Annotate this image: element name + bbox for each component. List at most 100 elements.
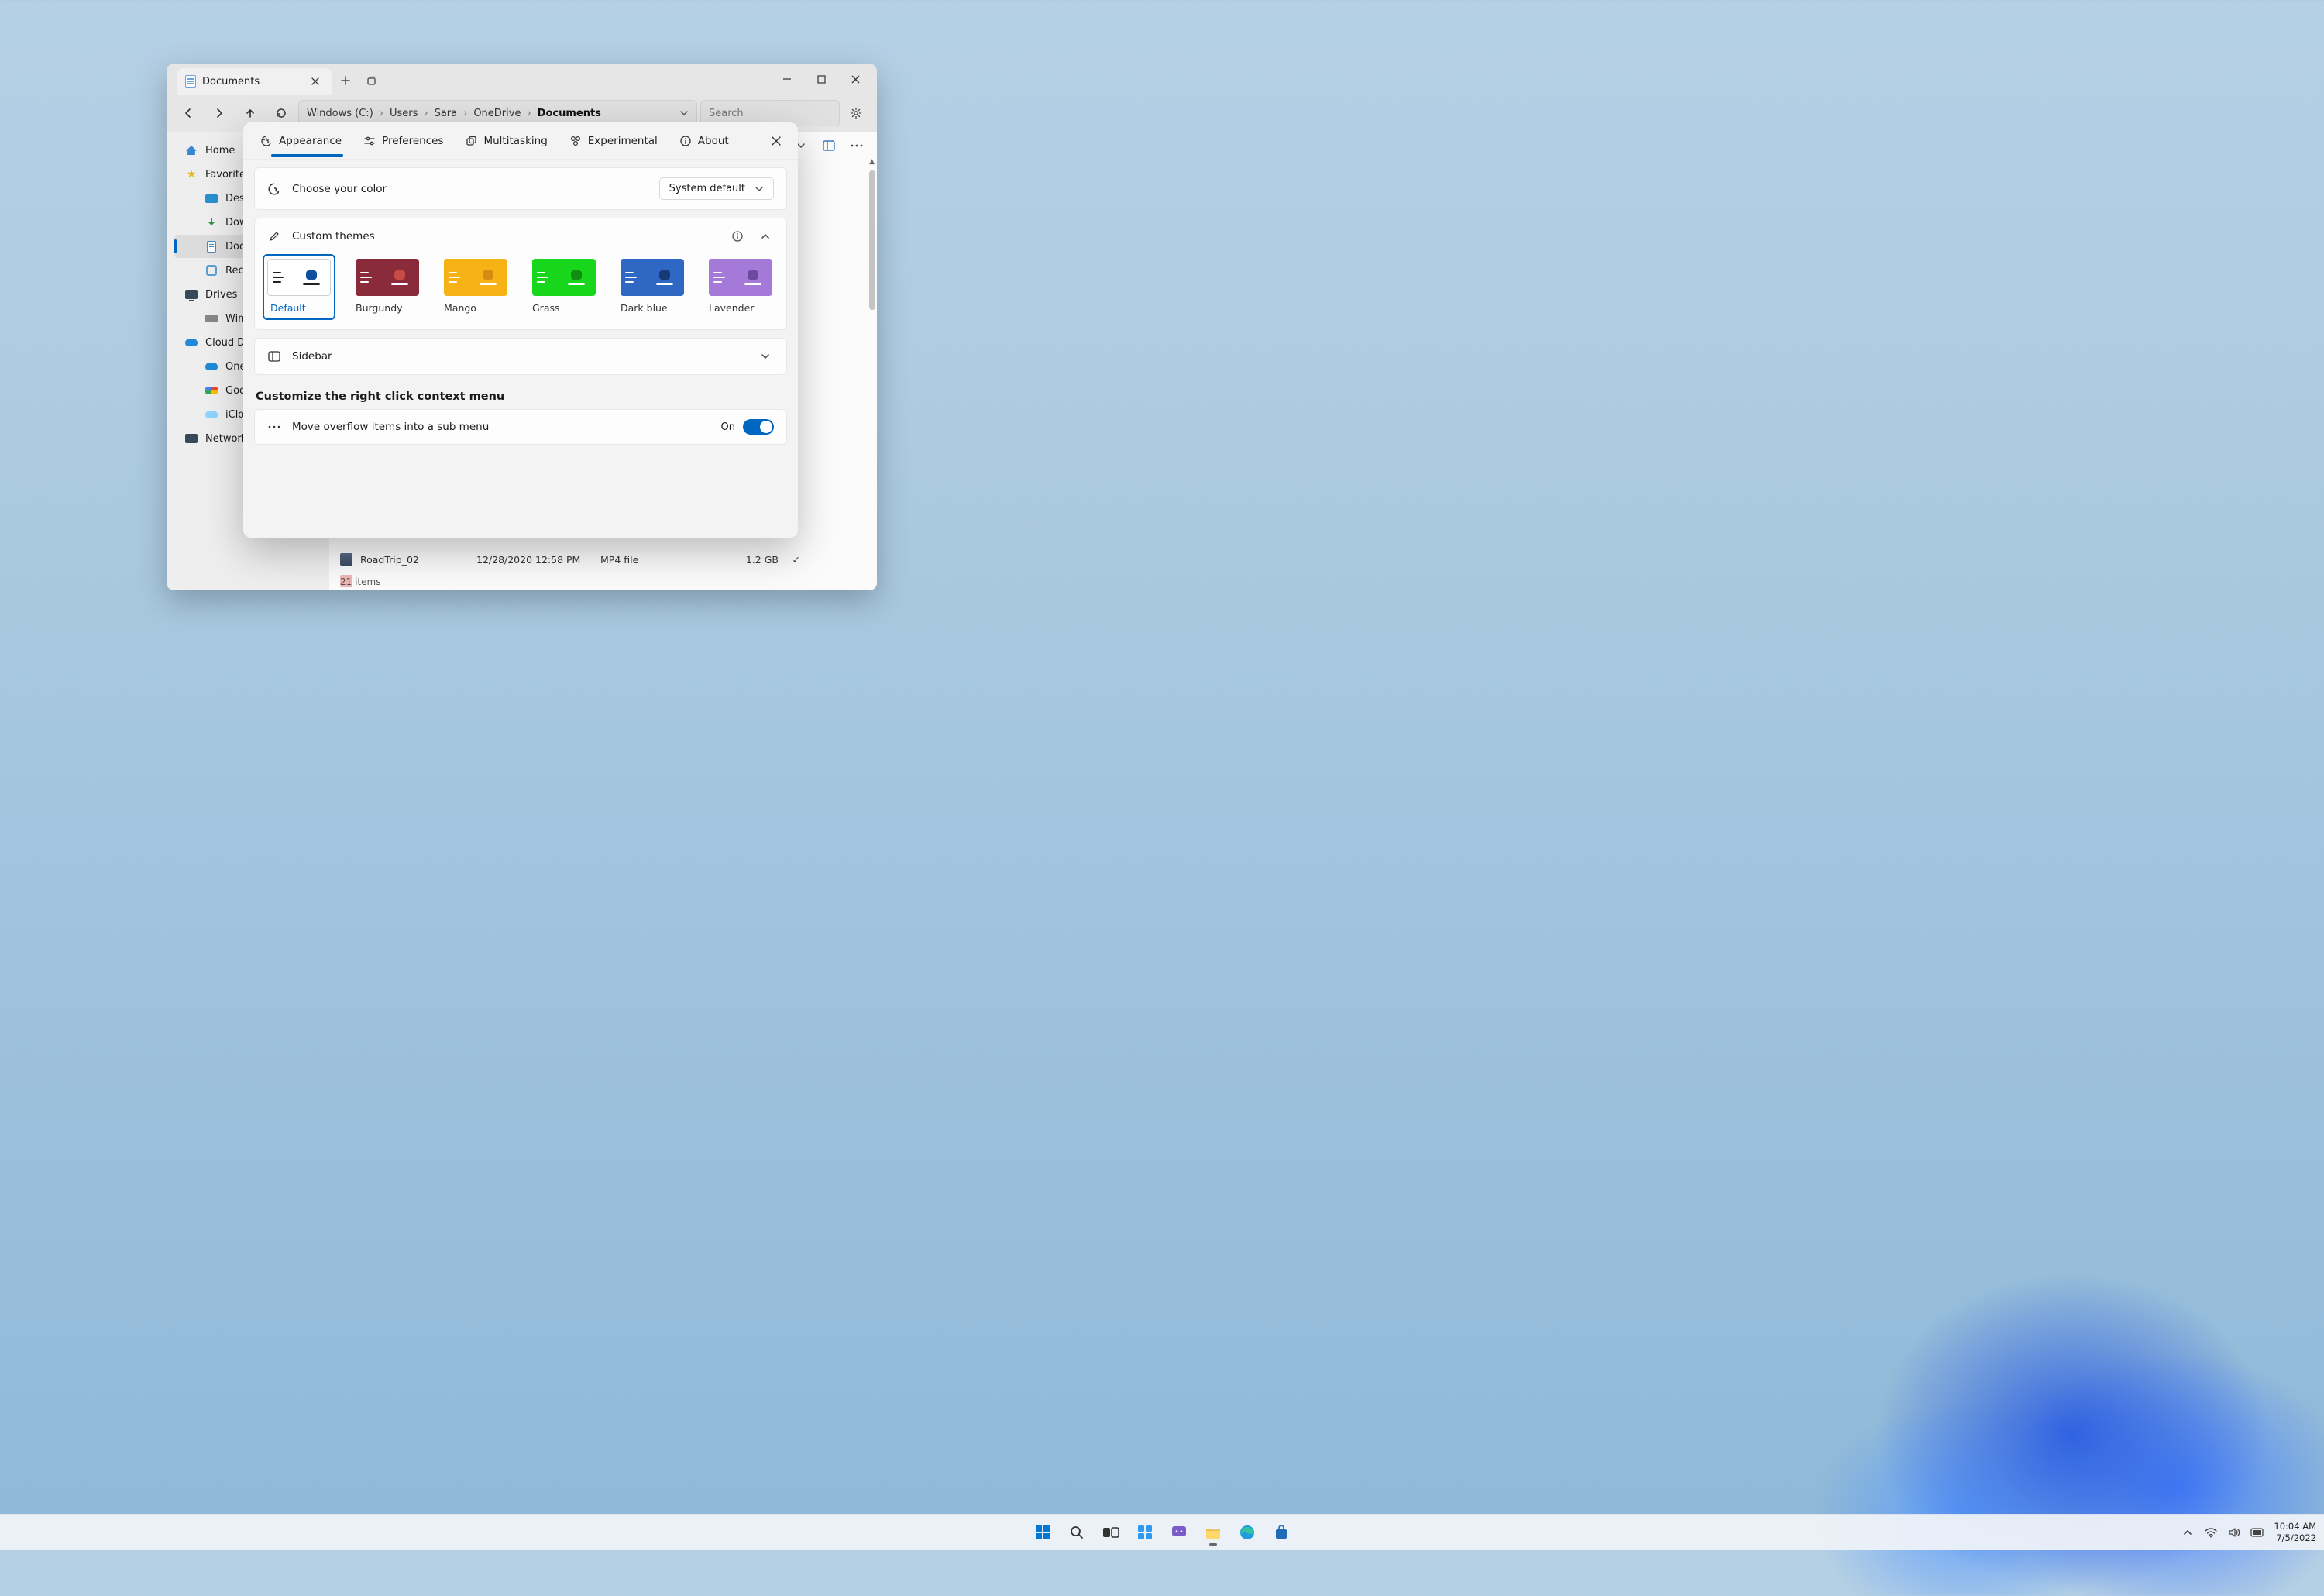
battery-button[interactable] [2250, 1525, 2264, 1539]
chevron-up-icon [760, 231, 771, 242]
new-tab-button[interactable] [332, 67, 359, 94]
breadcrumb-segment[interactable]: Windows (C:) [307, 108, 373, 119]
maximize-button[interactable] [804, 67, 838, 91]
monitor-icon [185, 288, 198, 301]
drive-icon [205, 312, 218, 325]
star-icon: ★ [185, 168, 198, 181]
settings-button[interactable] [843, 100, 869, 126]
file-explorer-taskbar-button[interactable] [1198, 1518, 1228, 1547]
icloud-icon [205, 408, 218, 421]
taskview-button[interactable] [1096, 1518, 1126, 1547]
theme-option-dark-blue[interactable]: Dark blue [621, 259, 684, 315]
theme-label: Burgundy [356, 302, 419, 314]
theme-label: Grass [532, 302, 596, 314]
tab-overview-button[interactable] [359, 67, 385, 94]
themes-card: Custom themes DefaultBurgundyMangoGrassD… [254, 218, 787, 330]
search-taskbar-button[interactable] [1062, 1518, 1092, 1547]
theme-option-lavender[interactable]: Lavender [709, 259, 772, 315]
close-icon [772, 136, 781, 146]
tab-appearance[interactable]: Appearance [253, 122, 349, 160]
volume-button[interactable] [2227, 1525, 2241, 1539]
settings-close-button[interactable] [764, 129, 789, 153]
chevron-down-icon [760, 351, 771, 362]
more-button[interactable] [846, 135, 868, 157]
breadcrumb-segment[interactable]: Sara [435, 108, 458, 119]
breadcrumb-current[interactable]: Documents [538, 108, 601, 119]
sidebar-expand-button[interactable] [757, 348, 774, 365]
theme-label: Lavender [709, 302, 772, 314]
search-input[interactable] [709, 108, 841, 119]
window-tab-documents[interactable]: Documents [177, 68, 332, 95]
start-button[interactable] [1028, 1518, 1057, 1547]
themes-collapse-button[interactable] [757, 228, 774, 245]
beaker-icon [569, 135, 582, 147]
select-value: System default [669, 183, 745, 194]
copy-icon [465, 135, 477, 147]
tab-experimental[interactable]: Experimental [562, 122, 665, 160]
cloud-icon [185, 336, 198, 349]
search-icon [1069, 1525, 1085, 1540]
clock-time: 10:04 AM [2274, 1521, 2316, 1532]
store-button[interactable] [1267, 1518, 1296, 1547]
file-name: RoadTrip_02 [360, 554, 476, 566]
card-title: Choose your color [292, 183, 648, 195]
arrow-up-icon [244, 107, 256, 119]
breadcrumb-dropdown[interactable] [679, 108, 689, 118]
theme-option-default[interactable]: Default [263, 254, 335, 320]
overflow-toggle[interactable] [743, 419, 774, 435]
chevron-down-icon [755, 184, 764, 194]
arrow-right-icon [213, 107, 225, 119]
widgets-icon [1136, 1524, 1153, 1541]
tab-label: Appearance [279, 135, 342, 147]
home-icon [185, 144, 198, 157]
settings-tabs: Appearance Preferences Multitasking Expe… [243, 122, 798, 160]
chevron-right-icon: › [463, 108, 467, 119]
close-window-button[interactable] [838, 67, 872, 91]
battery-icon [2250, 1528, 2264, 1537]
breadcrumb-segment[interactable]: Users [390, 108, 418, 119]
window-controls [770, 67, 872, 91]
minimize-icon [782, 74, 792, 84]
themes-row: Default Burgundy Mango Grass Dark blue Lavend… [255, 254, 786, 329]
refresh-icon [275, 107, 287, 119]
pencil-icon [267, 229, 281, 243]
titlebar: Documents [167, 64, 877, 95]
googledrive-icon [205, 384, 218, 397]
layout-icon [823, 140, 835, 151]
clock[interactable]: 10:04 AM 7/5/2022 [2274, 1521, 2316, 1543]
theme-swatch [621, 259, 684, 296]
forward-button[interactable] [205, 99, 233, 127]
back-button[interactable] [174, 99, 202, 127]
theme-label: Default [267, 302, 331, 315]
sidebar-card[interactable]: Sidebar [254, 338, 787, 375]
minimize-button[interactable] [770, 67, 804, 91]
table-row[interactable] [340, 570, 858, 590]
widgets-button[interactable] [1130, 1518, 1160, 1547]
tab-about[interactable]: About [672, 122, 737, 160]
table-row[interactable]: RoadTrip_02 12/28/2020 12:58 PM MP4 file… [340, 549, 858, 570]
edge-button[interactable] [1232, 1518, 1262, 1547]
tab-preferences[interactable]: Preferences [356, 122, 451, 160]
scrollbar-thumb[interactable] [869, 170, 875, 310]
tray-overflow-button[interactable] [2181, 1525, 2195, 1539]
scrollbar-up-arrow[interactable]: ▲ [869, 158, 875, 166]
tab-multitasking[interactable]: Multitasking [457, 122, 555, 160]
theme-option-grass[interactable]: Grass [532, 259, 596, 315]
breadcrumb-segment[interactable]: OneDrive [473, 108, 521, 119]
wifi-button[interactable] [2204, 1525, 2218, 1539]
overflow-card: Move overflow items into a sub menu On [254, 409, 787, 445]
palette-icon [267, 182, 281, 196]
chat-button[interactable] [1164, 1518, 1194, 1547]
theme-option-burgundy[interactable]: Burgundy [356, 259, 419, 315]
layout-button[interactable] [818, 135, 840, 157]
tab-label: Multitasking [483, 135, 547, 147]
tab-label: Preferences [382, 135, 443, 147]
close-icon [851, 75, 860, 84]
sidebar-item-label: Drives [205, 289, 237, 301]
themes-info-button[interactable] [729, 228, 746, 245]
color-select[interactable]: System default [659, 177, 774, 200]
maximize-icon [817, 75, 826, 84]
tab-close-button[interactable] [306, 72, 325, 91]
sidebar-item-label: Home [205, 145, 235, 157]
theme-option-mango[interactable]: Mango [444, 259, 507, 315]
